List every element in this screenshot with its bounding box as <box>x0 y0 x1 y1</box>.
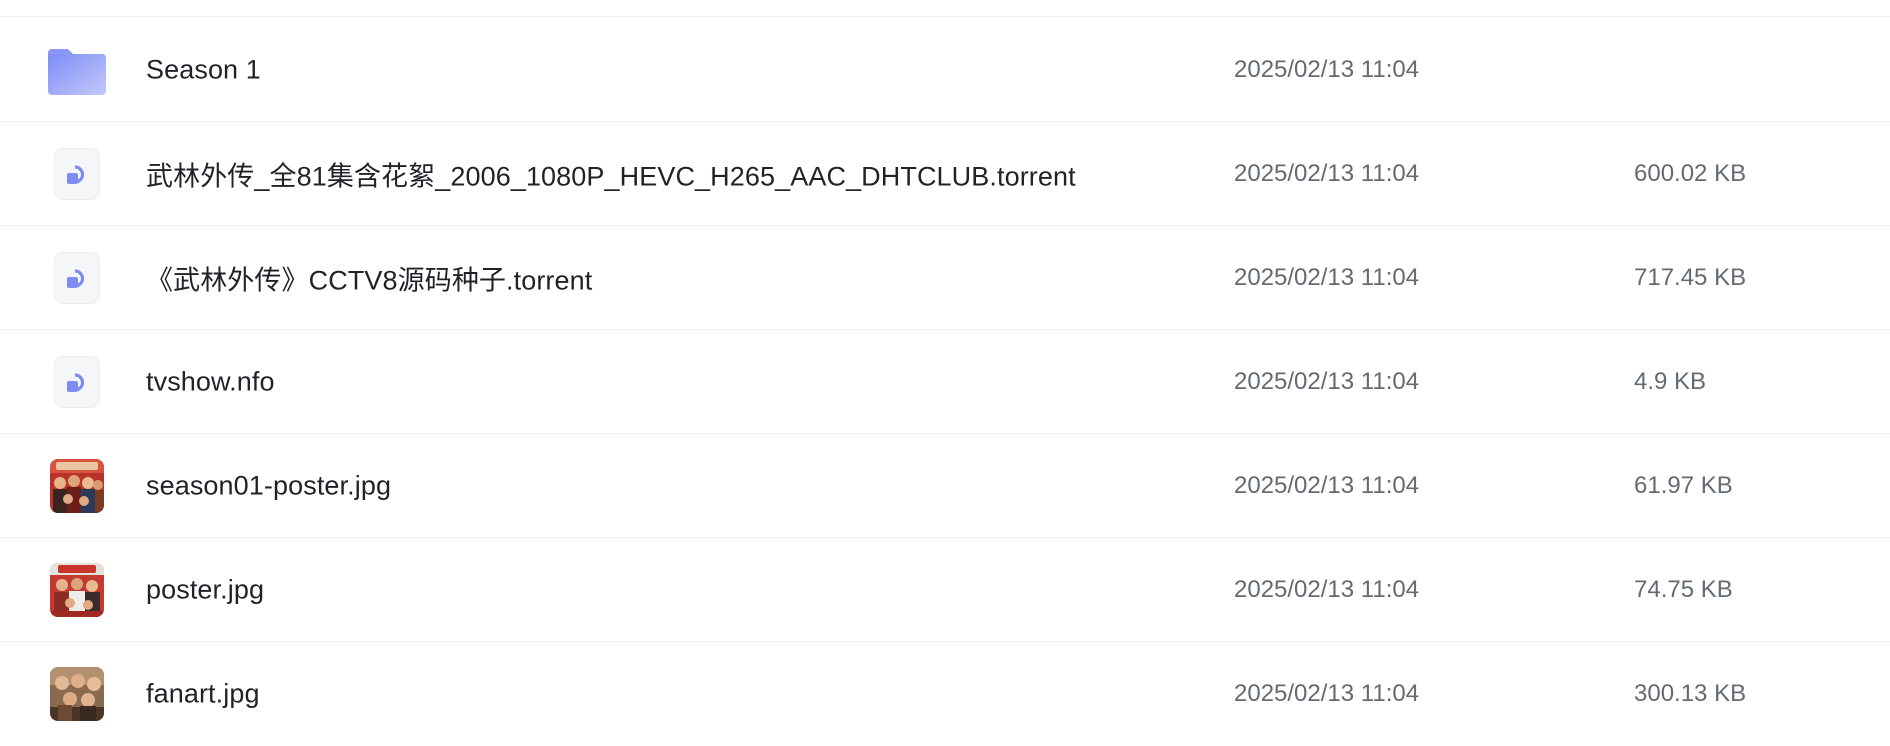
file-list: Season 1 2025/02/13 11:04 武林外传_全81集含花絮_2… <box>0 0 1890 744</box>
file-size: 61.97 KB <box>1634 471 1733 499</box>
file-modified-date: 2025/02/13 11:04 <box>1234 263 1420 291</box>
file-modified-date: 2025/02/13 11:04 <box>1234 575 1420 603</box>
file-size: 600.02 KB <box>1634 159 1747 187</box>
file-row-fanart[interactable]: fanart.jpg 2025/02/13 11:04 300.13 KB <box>0 642 1890 746</box>
file-size: 4.9 KB <box>1634 367 1707 395</box>
file-modified-date: 2025/02/13 11:04 <box>1234 471 1420 499</box>
file-row-season01-poster[interactable]: season01-poster.jpg 2025/02/13 11:04 61.… <box>0 434 1890 538</box>
file-size: 717.45 KB <box>1634 263 1747 291</box>
image-thumbnail-icon <box>50 667 104 721</box>
file-modified-date: 2025/02/13 11:04 <box>1234 367 1420 395</box>
file-size: 74.75 KB <box>1634 575 1733 603</box>
file-name: season01-poster.jpg <box>146 470 392 500</box>
folder-icon <box>48 41 106 99</box>
file-size: 300.13 KB <box>1634 680 1747 707</box>
file-name: fanart.jpg <box>146 678 260 709</box>
file-icon <box>54 251 100 304</box>
file-name: tvshow.nfo <box>146 366 275 396</box>
top-divider <box>0 16 1890 17</box>
file-modified-date: 2025/02/13 11:04 <box>1234 55 1420 83</box>
file-row-torrent-full[interactable]: 武林外传_全81集含花絮_2006_1080P_HEVC_H265_AAC_DH… <box>0 122 1890 226</box>
file-name: 武林外传_全81集含花絮_2006_1080P_HEVC_H265_AAC_DH… <box>146 161 1076 191</box>
file-row-torrent-cctv8[interactable]: 《武林外传》CCTV8源码种子.torrent 2025/02/13 11:04… <box>0 226 1890 330</box>
file-icon <box>54 147 100 200</box>
file-name: Season 1 <box>146 54 261 84</box>
file-name: poster.jpg <box>146 574 265 604</box>
file-row-poster[interactable]: poster.jpg 2025/02/13 11:04 74.75 KB <box>0 538 1890 642</box>
file-row-tvshow-nfo[interactable]: tvshow.nfo 2025/02/13 11:04 4.9 KB <box>0 330 1890 434</box>
file-modified-date: 2025/02/13 11:04 <box>1234 680 1420 707</box>
file-icon <box>54 355 100 408</box>
file-row-season-1[interactable]: Season 1 2025/02/13 11:04 <box>0 18 1890 122</box>
file-modified-date: 2025/02/13 11:04 <box>1234 159 1420 187</box>
image-thumbnail-icon <box>50 562 104 617</box>
image-thumbnail-icon <box>50 458 104 513</box>
file-name: 《武林外传》CCTV8源码种子.torrent <box>146 265 593 295</box>
